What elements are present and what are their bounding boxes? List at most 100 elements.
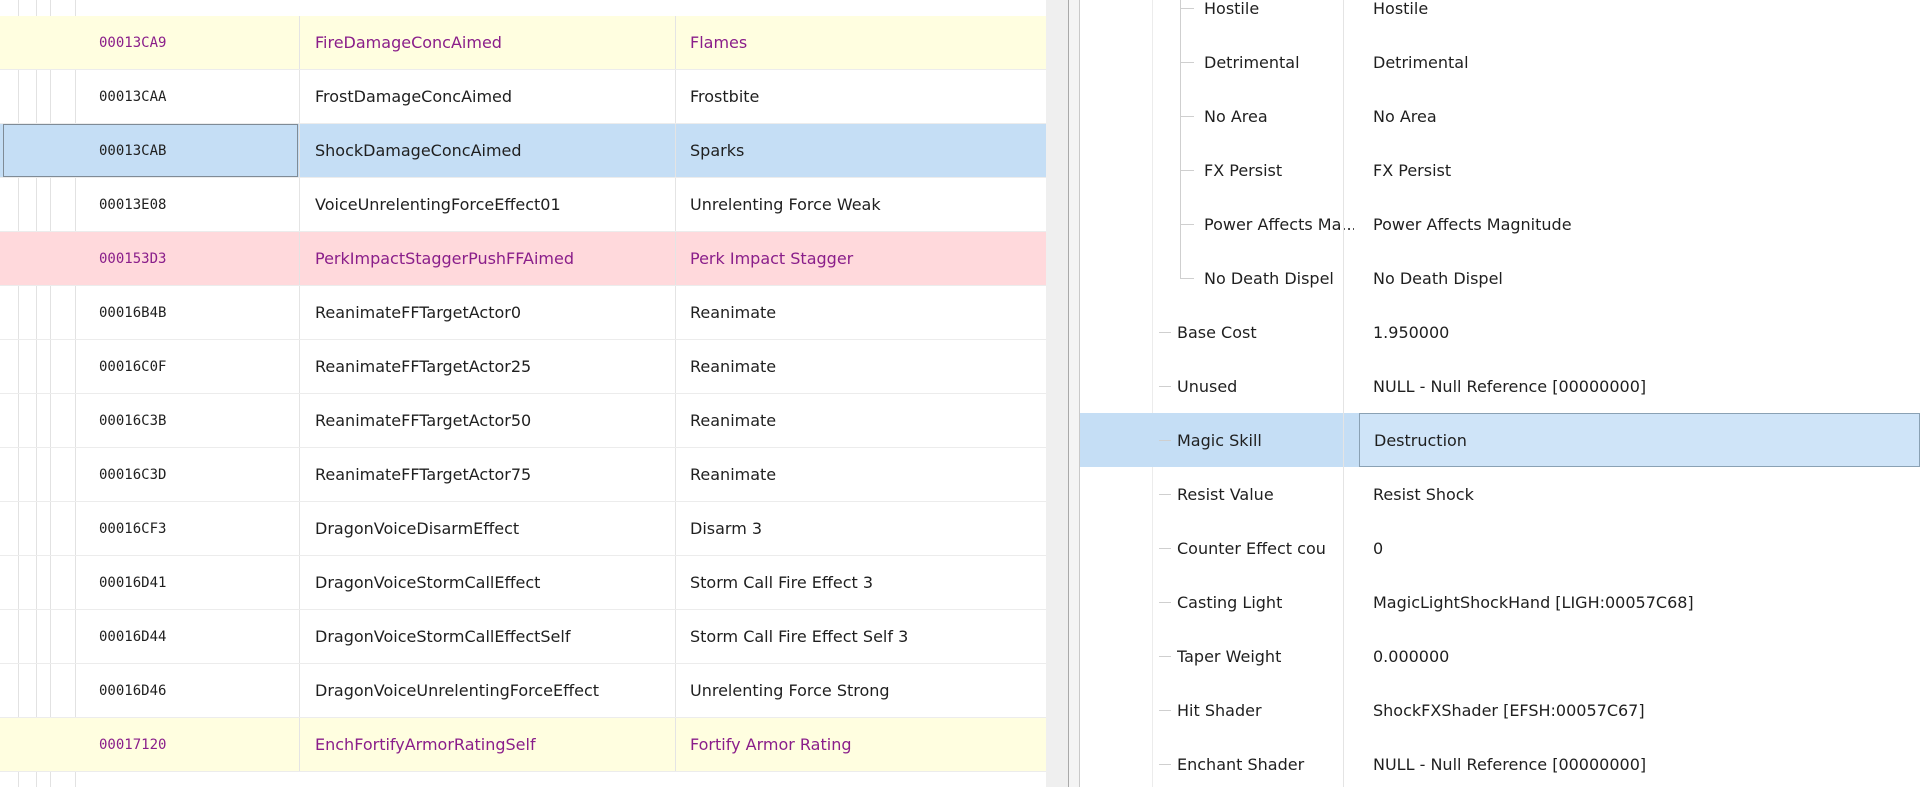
column-separator — [675, 664, 676, 717]
field-value[interactable]: No Death Dispel — [1359, 251, 1920, 305]
field-row[interactable]: Enchant Shader NULL - Null Reference [000… — [1080, 737, 1920, 787]
field-value[interactable]: 0 — [1359, 521, 1920, 575]
record-row[interactable]: 00016CF3 DragonVoiceDisarmEffect Disarm 3 — [0, 502, 1046, 556]
record-editor-id: ShockDamageConcAimed — [315, 141, 522, 160]
record-editor-id: VoiceUnrelentingForceEffect01 — [315, 195, 561, 214]
field-row[interactable]: Power Affects Ma... Power Affects Magnitu… — [1080, 197, 1920, 251]
field-row[interactable]: FX Persist FX Persist — [1080, 143, 1920, 197]
column-separator — [299, 340, 300, 393]
column-separator — [675, 178, 676, 231]
column-separator — [675, 340, 676, 393]
record-name: Disarm 3 — [690, 519, 763, 538]
record-editor-id: ReanimateFFTargetActor0 — [315, 303, 522, 322]
tree-connector — [1180, 143, 1181, 197]
column-separator — [299, 556, 300, 609]
record-editor-id: DragonVoiceDisarmEffect — [315, 519, 520, 538]
record-name: Reanimate — [690, 465, 777, 484]
tree-connector — [1180, 89, 1181, 143]
record-form-id: 00016D44 — [99, 628, 167, 645]
record-row[interactable]: 000153D3 PerkImpactStaggerPushFFAimed Perk… — [0, 232, 1046, 286]
record-row[interactable]: 00013CAB ShockDamageConcAimed Sparks — [0, 124, 1046, 178]
field-value[interactable]: FX Persist — [1359, 143, 1920, 197]
field-label: Detrimental — [1204, 52, 1300, 72]
record-row[interactable]: 00016D44 DragonVoiceStormCallEffectSelf St… — [0, 610, 1046, 664]
field-label: No Area — [1204, 106, 1268, 126]
field-value[interactable]: MagicLightShockHand [LIGH:00057C68] — [1359, 575, 1920, 629]
field-value[interactable]: Destruction — [1359, 413, 1920, 467]
record-row[interactable]: 00016D41 DragonVoiceStormCallEffect Storm … — [0, 556, 1046, 610]
pane-splitter[interactable] — [1068, 0, 1080, 787]
record-row[interactable]: 00013CAA FrostDamageConcAimed Frostbite — [0, 70, 1046, 124]
record-form-id: 00016CF3 — [99, 520, 167, 537]
tree-connector — [1159, 386, 1171, 387]
column-separator — [675, 70, 676, 123]
record-editor-id: ReanimateFFTargetActor75 — [315, 465, 532, 484]
record-fields-panel[interactable]: Hostile Hostile Detrimental Detrimental No A… — [1080, 0, 1920, 787]
field-row[interactable]: Base Cost 1.950000 — [1080, 305, 1920, 359]
field-value[interactable]: 0.000000 — [1359, 629, 1920, 683]
record-row[interactable]: 00013E08 VoiceUnrelentingForceEffect01 Unr… — [0, 178, 1046, 232]
field-value[interactable]: ShockFXShader [EFSH:00057C67] — [1359, 683, 1920, 737]
field-value[interactable]: Resist Shock — [1359, 467, 1920, 521]
column-separator — [299, 286, 300, 339]
field-value[interactable]: NULL - Null Reference [00000000] — [1359, 737, 1920, 787]
record-name: Storm Call Fire Effect Self 3 — [690, 627, 909, 646]
field-label: Enchant Shader — [1177, 754, 1305, 774]
record-row[interactable]: 00016C3B ReanimateFFTargetActor50 Reanimat… — [0, 394, 1046, 448]
field-row[interactable]: No Death Dispel No Death Dispel — [1080, 251, 1920, 305]
record-name: Fortify Armor Rating — [690, 735, 852, 754]
field-label: Unused — [1177, 376, 1238, 396]
record-form-id: 000153D3 — [99, 250, 167, 267]
field-value[interactable]: 1.950000 — [1359, 305, 1920, 359]
record-name: Reanimate — [690, 357, 777, 376]
field-value[interactable]: Hostile — [1359, 0, 1920, 35]
tree-connector — [1159, 656, 1171, 657]
records-scrollbar[interactable] — [1046, 0, 1068, 787]
field-row[interactable]: Casting Light MagicLightShockHand [LIGH:0… — [1080, 575, 1920, 629]
record-form-id: 00013CAA — [99, 88, 167, 105]
tree-connector — [1180, 197, 1181, 251]
record-editor-id: EnchFortifyArmorRatingSelf — [315, 735, 536, 754]
tree-connector — [1159, 548, 1171, 549]
field-row[interactable]: No Area No Area — [1080, 89, 1920, 143]
column-separator — [299, 448, 300, 501]
field-row[interactable]: Detrimental Detrimental — [1080, 35, 1920, 89]
record-name: Unrelenting Force Weak — [690, 195, 881, 214]
record-row[interactable]: 00016D46 DragonVoiceUnrelentingForceEffec… — [0, 664, 1046, 718]
record-row[interactable]: 00016C0F ReanimateFFTargetActor25 Reanimat… — [0, 340, 1046, 394]
record-row[interactable]: 00016B4B ReanimateFFTargetActor0 Reanimate — [0, 286, 1046, 340]
tree-connector — [1180, 0, 1181, 35]
column-separator — [675, 232, 676, 285]
record-form-id: 00016D46 — [99, 682, 167, 699]
field-value[interactable]: Detrimental — [1359, 35, 1920, 89]
tree-connector — [1180, 251, 1181, 278]
field-label: Base Cost — [1177, 322, 1257, 342]
record-row[interactable]: 00013CA9 FireDamageConcAimed Flames — [0, 16, 1046, 70]
field-value[interactable]: No Area — [1359, 89, 1920, 143]
record-editor-id: FrostDamageConcAimed — [315, 87, 513, 106]
field-label: Taper Weight — [1177, 646, 1282, 666]
record-name: Reanimate — [690, 303, 777, 322]
field-row[interactable]: Counter Effect count 0 — [1080, 521, 1920, 575]
records-list[interactable]: 00013CA9 FireDamageConcAimed Flames 00013CA… — [0, 0, 1046, 787]
column-separator — [675, 610, 676, 663]
field-value[interactable]: NULL - Null Reference [00000000] — [1359, 359, 1920, 413]
tree-connector — [1180, 116, 1194, 117]
column-separator — [675, 448, 676, 501]
field-value[interactable]: Power Affects Magnitude — [1359, 197, 1920, 251]
record-row[interactable]: 00016C3D ReanimateFFTargetActor75 Reanimat… — [0, 448, 1046, 502]
record-editor-id: FireDamageConcAimed — [315, 33, 502, 52]
field-row[interactable]: Resist Value Resist Shock — [1080, 467, 1920, 521]
record-row[interactable]: 00017120 EnchFortifyArmorRatingSelf Fortif… — [0, 718, 1046, 772]
value-column-separator — [1343, 0, 1344, 787]
field-row[interactable]: Unused NULL - Null Reference [00000000] — [1080, 359, 1920, 413]
record-form-id: 00016C3D — [99, 466, 167, 483]
field-label: No Death Dispel — [1204, 268, 1334, 288]
field-row[interactable]: Magic Skill Destruction — [1080, 413, 1920, 467]
field-row[interactable]: Hostile Hostile — [1080, 0, 1920, 35]
field-row[interactable]: Hit Shader ShockFXShader [EFSH:00057C67] — [1080, 683, 1920, 737]
tree-connector — [1159, 764, 1171, 765]
record-form-id: 00016B4B — [99, 304, 167, 321]
field-row[interactable]: Taper Weight 0.000000 — [1080, 629, 1920, 683]
column-separator — [299, 178, 300, 231]
